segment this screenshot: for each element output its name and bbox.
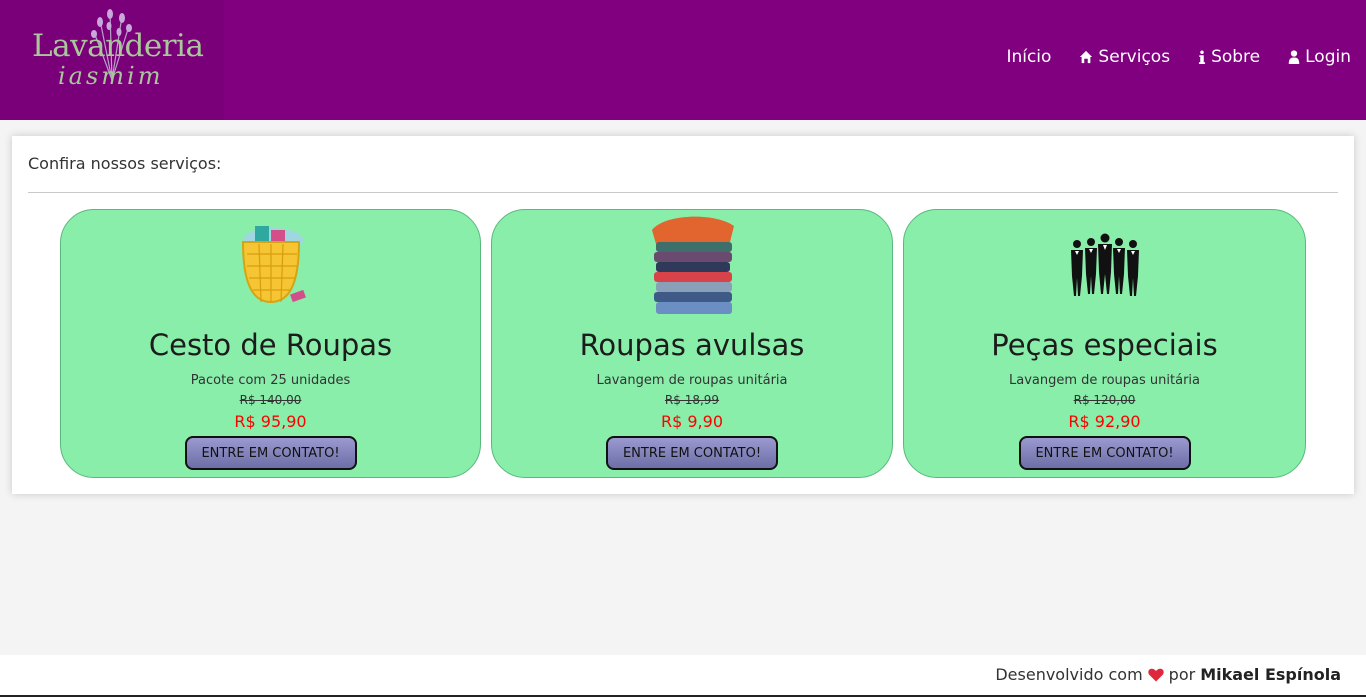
site-footer: Desenvolvido com por Mikael Espínola bbox=[0, 655, 1366, 697]
card-description: Pacote com 25 unidades bbox=[190, 373, 351, 388]
service-card-cesto: Cesto de Roupas Pacote com 25 unidades R… bbox=[60, 209, 481, 478]
nav-servicos-label: Serviços bbox=[1098, 47, 1171, 67]
nav-inicio[interactable]: Início bbox=[1006, 47, 1051, 67]
nav-sobre-label: Sobre bbox=[1211, 47, 1261, 67]
nav-login-label: Login bbox=[1305, 47, 1351, 67]
home-icon bbox=[1080, 50, 1093, 64]
contact-button[interactable]: ENTRE EM CONTATO! bbox=[606, 436, 778, 470]
services-panel: Confira nossos serviços: Cesto de Roupas… bbox=[12, 136, 1354, 494]
card-title: Cesto de Roupas bbox=[148, 328, 393, 362]
heart-icon bbox=[1147, 668, 1164, 681]
card-old-price: R$ 120,00 bbox=[1073, 393, 1136, 407]
card-price: R$ 95,90 bbox=[234, 412, 307, 431]
footer-author[interactable]: Mikael Espínola bbox=[1200, 665, 1341, 684]
folded-clothes-icon bbox=[652, 216, 734, 314]
card-title: Peças especiais bbox=[991, 328, 1218, 362]
nav-inicio-label: Início bbox=[1006, 47, 1052, 67]
card-old-price: R$ 140,00 bbox=[239, 393, 302, 407]
footer-prefix: Desenvolvido com bbox=[995, 665, 1143, 684]
nav-sobre[interactable]: Sobre bbox=[1198, 47, 1260, 67]
card-description: Lavangem de roupas unitária bbox=[596, 373, 788, 388]
card-price: R$ 9,90 bbox=[660, 412, 723, 431]
service-card-especiais: Peças especiais Lavangem de roupas unitá… bbox=[903, 209, 1306, 478]
contact-button[interactable]: ENTRE EM CONTATO! bbox=[1018, 436, 1191, 470]
card-title: Roupas avulsas bbox=[579, 328, 805, 362]
logo[interactable]: Lavanderia iasmim bbox=[0, 0, 224, 120]
card-old-price: R$ 18,99 bbox=[664, 393, 720, 407]
card-price: R$ 92,90 bbox=[1068, 412, 1141, 431]
suits-silhouette-icon bbox=[1070, 233, 1139, 296]
info-icon bbox=[1199, 50, 1206, 64]
footer-credit: Desenvolvido com por Mikael Espínola bbox=[995, 665, 1341, 684]
main-nav: Início Serviços Sobre Login bbox=[1006, 47, 1351, 67]
logo-title: Lavanderia bbox=[32, 28, 204, 64]
service-card-avulsas: Roupas avulsas Lavangem de roupas unitár… bbox=[491, 209, 893, 478]
laundry-basket-icon bbox=[241, 226, 306, 304]
services-heading: Confira nossos serviços: bbox=[28, 154, 222, 173]
nav-login[interactable]: Login bbox=[1288, 47, 1351, 67]
site-header: Lavanderia iasmim Início Serviços Sobre … bbox=[0, 0, 1366, 120]
divider bbox=[28, 192, 1338, 193]
footer-middle: por bbox=[1168, 665, 1196, 684]
user-icon bbox=[1288, 50, 1300, 64]
contact-button[interactable]: ENTRE EM CONTATO! bbox=[184, 436, 357, 470]
card-description: Lavangem de roupas unitária bbox=[1009, 373, 1200, 388]
nav-servicos[interactable]: Serviços bbox=[1079, 47, 1170, 67]
logo-tagline: iasmim bbox=[58, 62, 164, 90]
